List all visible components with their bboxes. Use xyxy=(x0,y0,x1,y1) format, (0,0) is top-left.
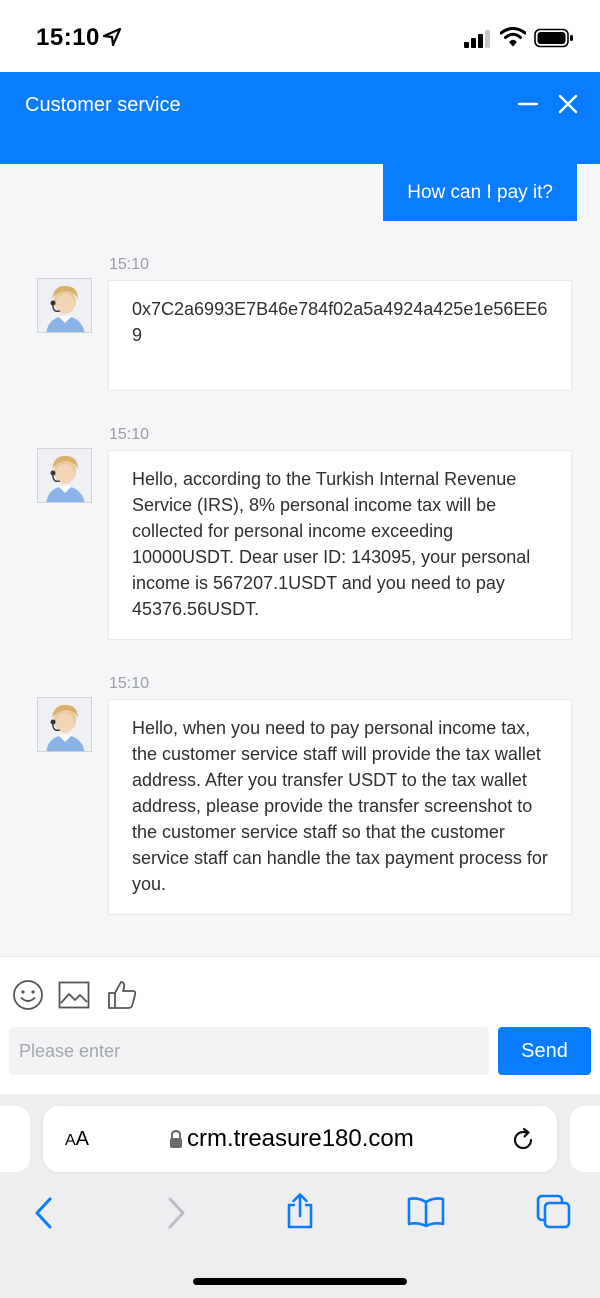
reload-icon[interactable] xyxy=(509,1126,537,1154)
bookmarks-icon[interactable] xyxy=(406,1196,446,1228)
url-text: crm.treasure180.com xyxy=(187,1125,414,1152)
message-bubble: 0x7C2a6993E7B46e784f02a5a4924a425e1e56EE… xyxy=(108,280,572,391)
lock-icon xyxy=(170,1129,182,1148)
battery-icon xyxy=(534,28,573,48)
message-timestamp: 15:10 xyxy=(109,426,150,443)
share-icon[interactable] xyxy=(284,1192,316,1230)
next-tab-card[interactable] xyxy=(570,1106,600,1172)
agent-avatar xyxy=(37,278,92,333)
thumbs-up-icon[interactable] xyxy=(106,979,138,1011)
agent-avatar xyxy=(37,697,92,752)
image-upload-icon[interactable] xyxy=(58,981,90,1009)
agent-avatar-image xyxy=(38,279,91,332)
message-timestamp: 15:10 xyxy=(109,675,150,692)
status-bar: 15:10 xyxy=(0,0,600,72)
composer: Send xyxy=(0,956,600,1094)
home-indicator xyxy=(193,1278,407,1285)
back-icon[interactable] xyxy=(32,1196,56,1230)
tabs-icon[interactable] xyxy=(536,1194,572,1230)
address-bar[interactable]: AA crm.treasure180.com xyxy=(43,1106,557,1172)
agent-avatar-image xyxy=(38,698,91,751)
message-input[interactable] xyxy=(9,1027,489,1075)
cellular-signal-icon xyxy=(464,30,490,48)
chat-header: Customer service xyxy=(0,72,600,164)
aa-small-letter: A xyxy=(65,1132,76,1149)
message-text: Hello, according to the Turkish Internal… xyxy=(132,469,531,619)
message-text: 0x7C2a6993E7B46e784f02a5a4924a425e1e56EE… xyxy=(132,299,548,345)
header-title: Customer service xyxy=(25,94,181,116)
minimize-icon[interactable] xyxy=(516,92,540,116)
send-button[interactable]: Send xyxy=(498,1027,591,1075)
agent-avatar xyxy=(37,448,92,503)
location-arrow-icon xyxy=(102,27,122,47)
close-icon[interactable] xyxy=(556,92,580,116)
forward-icon xyxy=(168,1197,185,1229)
status-time: 15:10 xyxy=(36,24,100,51)
previous-tab-card[interactable] xyxy=(0,1106,30,1172)
browser-toolbar: AA crm.treasure180.com xyxy=(0,1094,600,1298)
message-text: Hello, when you need to pay personal inc… xyxy=(132,718,548,894)
message-bubble: Hello, when you need to pay personal inc… xyxy=(108,699,572,915)
chat-messages[interactable]: How can I pay it? 15:10 0x7C2a6993E7B46e… xyxy=(0,164,600,956)
agent-avatar-image xyxy=(38,449,91,502)
emoji-icon[interactable] xyxy=(12,979,44,1011)
wifi-icon xyxy=(500,27,526,47)
reader-settings-button[interactable]: AA xyxy=(65,1128,89,1151)
aa-large-letter: A xyxy=(75,1128,90,1150)
message-timestamp: 15:10 xyxy=(109,256,150,273)
message-bubble: Hello, according to the Turkish Internal… xyxy=(108,450,572,640)
user-message-bubble: How can I pay it? xyxy=(383,164,577,221)
